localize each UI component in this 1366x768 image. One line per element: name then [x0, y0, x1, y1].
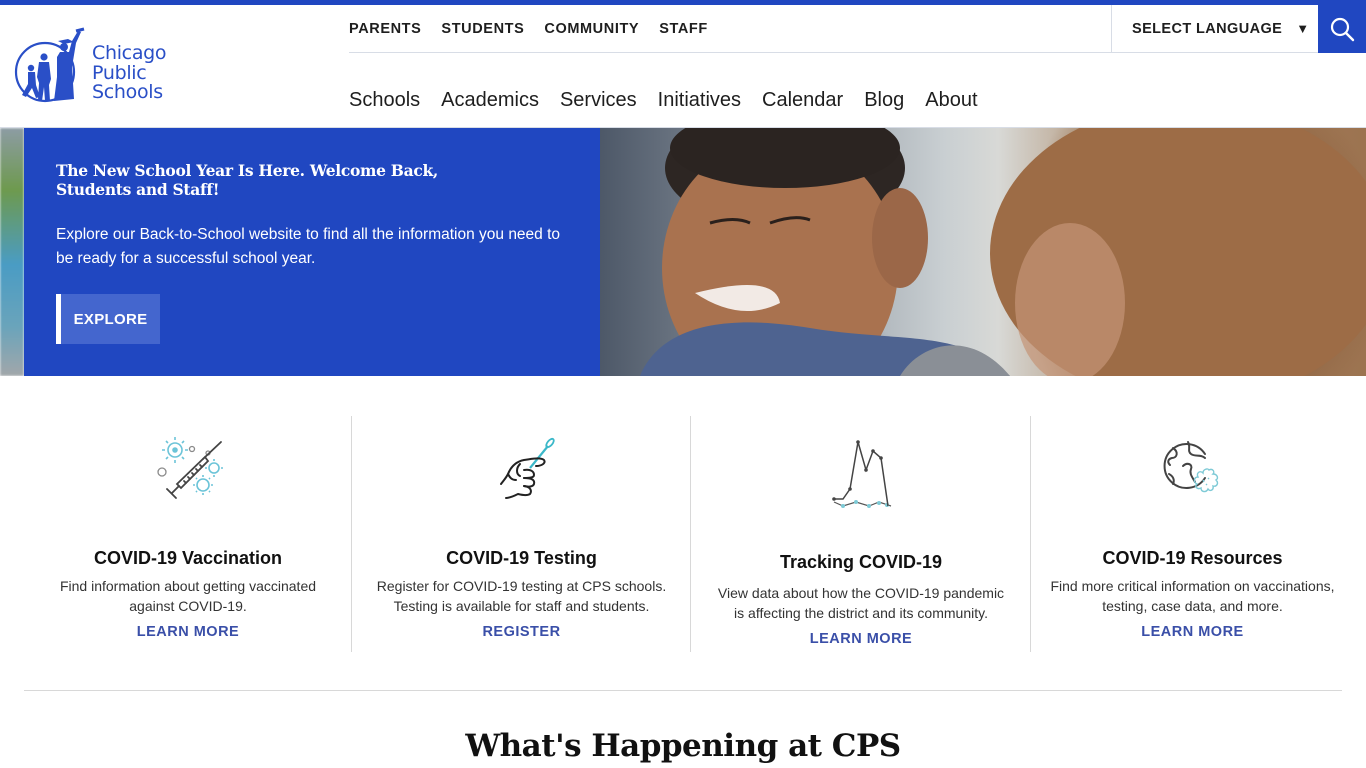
hero-card: The New School Year Is Here. Welcome Bac… — [24, 128, 600, 376]
card-resources: COVID-19 Resources Find more critical in… — [1030, 416, 1354, 652]
main-nav-about[interactable]: About — [925, 89, 977, 112]
search-icon — [1330, 17, 1355, 42]
line-graph-icon — [832, 440, 892, 508]
card-testing: COVID-19 Testing Register for COVID-19 t… — [351, 416, 691, 652]
explore-button[interactable]: EXPLORE — [56, 294, 160, 344]
card-title: COVID-19 Testing — [446, 548, 597, 568]
utility-nav-parents[interactable]: PARENTS — [349, 21, 421, 37]
logo-line-3: Schools — [92, 81, 163, 103]
card-learn-more-link[interactable]: LEARN MORE — [24, 624, 352, 640]
syringe-virus-icon — [157, 437, 223, 499]
card-title: COVID-19 Vaccination — [93, 548, 283, 568]
utility-nav: PARENTS STUDENTS COMMUNITY STAFF — [349, 5, 1111, 53]
main-nav-services[interactable]: Services — [560, 89, 637, 112]
section-divider — [24, 690, 1342, 691]
cps-logo-link[interactable]: Chicago Public Schools — [14, 27, 184, 107]
card-description: Register for COVID-19 testing at CPS sch… — [376, 578, 667, 614]
hero-background-image — [0, 128, 24, 376]
whats-happening-heading: What's Happening at CPS — [465, 728, 901, 764]
logo-line-1: Chicago — [92, 42, 167, 64]
cps-logo-icon — [14, 27, 85, 103]
select-language-dropdown[interactable]: SELECT LANGUAGE ▼ — [1111, 5, 1318, 53]
card-title: Tracking COVID-19 — [779, 552, 943, 572]
main-nav-initiatives[interactable]: Initiatives — [658, 89, 741, 112]
utility-nav-students[interactable]: STUDENTS — [441, 21, 524, 37]
hero-banner: The New School Year Is Here. Welcome Bac… — [0, 128, 1366, 376]
hero-photo — [600, 128, 1366, 376]
card-description: Find information about getting vaccinate… — [59, 578, 317, 614]
card-learn-more-link[interactable]: LEARN MORE — [1031, 624, 1354, 640]
swab-test-icon — [499, 437, 555, 499]
caret-down-icon: ▼ — [1296, 21, 1310, 36]
card-tracking: Tracking COVID-19 View data about how th… — [690, 416, 1031, 652]
card-description: View data about how the COVID-19 pandemi… — [717, 585, 1005, 621]
select-language-label: SELECT LANGUAGE — [1132, 20, 1283, 37]
utility-nav-staff[interactable]: STAFF — [659, 21, 708, 37]
card-description: Find more critical information on vaccin… — [1050, 578, 1335, 614]
utility-nav-community[interactable]: COMMUNITY — [544, 21, 639, 37]
main-nav-blog[interactable]: Blog — [864, 89, 904, 112]
site-header: Chicago Public Schools PARENTS STUDENTS … — [0, 5, 1366, 128]
card-register-link[interactable]: REGISTER — [352, 624, 691, 640]
globe-virus-icon — [1163, 441, 1218, 493]
card-learn-more-link[interactable]: LEARN MORE — [691, 631, 1031, 647]
main-nav-calendar[interactable]: Calendar — [762, 89, 843, 112]
hero-photo-shapes — [640, 128, 1366, 376]
covid-cards: COVID-19 Vaccination Find information ab… — [0, 416, 1366, 652]
hero-title: The New School Year Is Here. Welcome Bac… — [56, 161, 439, 199]
card-vaccination: COVID-19 Vaccination Find information ab… — [24, 416, 352, 652]
main-nav-schools[interactable]: Schools — [349, 89, 420, 112]
card-title: COVID-19 Resources — [1102, 548, 1283, 568]
main-nav: Schools Academics Services Initiatives C… — [349, 89, 999, 112]
search-button[interactable] — [1318, 5, 1366, 53]
main-nav-academics[interactable]: Academics — [441, 89, 539, 112]
hero-body: Explore our Back-to-School website to fi… — [56, 226, 561, 267]
logo-wordmark: Chicago Public Schools — [92, 42, 167, 103]
